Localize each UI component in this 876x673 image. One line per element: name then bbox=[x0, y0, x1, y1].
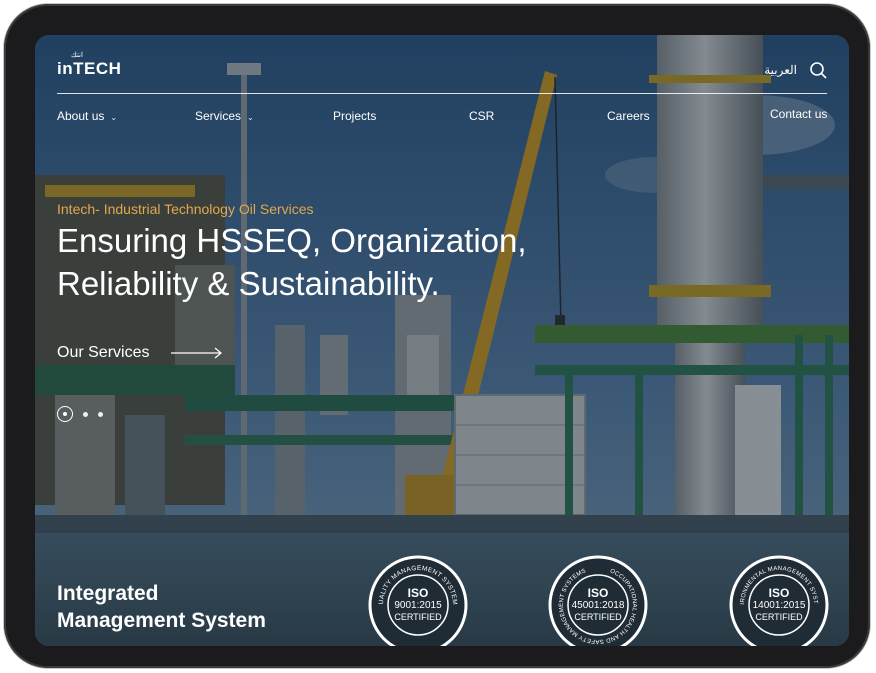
ims-title: Integrated Management System bbox=[57, 580, 266, 634]
search-icon[interactable] bbox=[809, 61, 827, 79]
badge-code: 45001:2018 bbox=[571, 600, 625, 611]
header-divider bbox=[57, 93, 827, 94]
ims-title-line-2: Management System bbox=[57, 609, 266, 632]
badge-code: 14001:2015 bbox=[752, 600, 806, 611]
logo-arabic-text: انتك bbox=[71, 52, 83, 59]
slide-dot-active[interactable] bbox=[57, 406, 73, 422]
ims-title-line-1: Integrated bbox=[57, 582, 159, 605]
iso-45001-badge: OCCUPATIONAL HEALTH AND SAFETY MANAGEMEN… bbox=[546, 553, 650, 646]
badge-status: CERTIFIED bbox=[394, 612, 442, 622]
slide-dot[interactable] bbox=[83, 411, 88, 417]
chevron-down-icon: ⌄ bbox=[247, 113, 254, 122]
chevron-down-icon: ⌄ bbox=[110, 113, 118, 122]
screen: انتك inTECH العربية About us ⌄ Services ⌄ … bbox=[35, 35, 849, 646]
logo-text: inTECH bbox=[57, 59, 122, 78]
iso-14001-badge: ENVIRONMENTAL MANAGEMENT SYSTEMS ISO 140… bbox=[724, 549, 831, 646]
slider-pagination bbox=[57, 406, 103, 422]
headline-line-2: Reliability & Sustainability. bbox=[57, 265, 440, 302]
badge-standard: ISO bbox=[587, 586, 609, 600]
hero-headline: Ensuring HSSEQ, Organization, Reliabilit… bbox=[57, 219, 617, 305]
cta-label: Our Services bbox=[57, 344, 150, 361]
badge-status: CERTIFIED bbox=[755, 612, 803, 622]
language-switch-link[interactable]: العربية bbox=[764, 63, 797, 77]
slide-dot[interactable] bbox=[98, 411, 103, 417]
nav-item-contact-us[interactable]: Contact us bbox=[770, 107, 827, 121]
badge-standard: ISO bbox=[407, 586, 429, 600]
hero-eyebrow: Intech- Industrial Technology Oil Servic… bbox=[57, 201, 314, 217]
nav-label: Services bbox=[195, 109, 242, 123]
our-services-button[interactable]: Our Services bbox=[57, 344, 223, 362]
nav-label: About us bbox=[57, 109, 105, 123]
badge-status: CERTIFIED bbox=[574, 612, 622, 622]
nav-item-projects[interactable]: Projects bbox=[333, 109, 376, 123]
nav-item-about-us[interactable]: About us ⌄ bbox=[57, 109, 117, 123]
headline-line-1: Ensuring HSSEQ, Organization, bbox=[57, 222, 527, 259]
nav-item-csr[interactable]: CSR bbox=[469, 109, 494, 123]
badge-code: 9001:2015 bbox=[394, 600, 442, 611]
intech-logo[interactable]: انتك inTECH bbox=[57, 52, 122, 79]
nav-item-careers[interactable]: Careers bbox=[607, 109, 650, 123]
arrow-right-icon bbox=[171, 347, 223, 359]
badge-standard: ISO bbox=[768, 586, 790, 600]
nav-item-services[interactable]: Services ⌄ bbox=[195, 109, 254, 123]
iso-9001-badge: QUALITY MANAGEMENT SYSTEMS ISO 9001:2015… bbox=[363, 548, 470, 646]
tablet-frame: انتك inTECH العربية About us ⌄ Services ⌄ … bbox=[4, 4, 870, 668]
